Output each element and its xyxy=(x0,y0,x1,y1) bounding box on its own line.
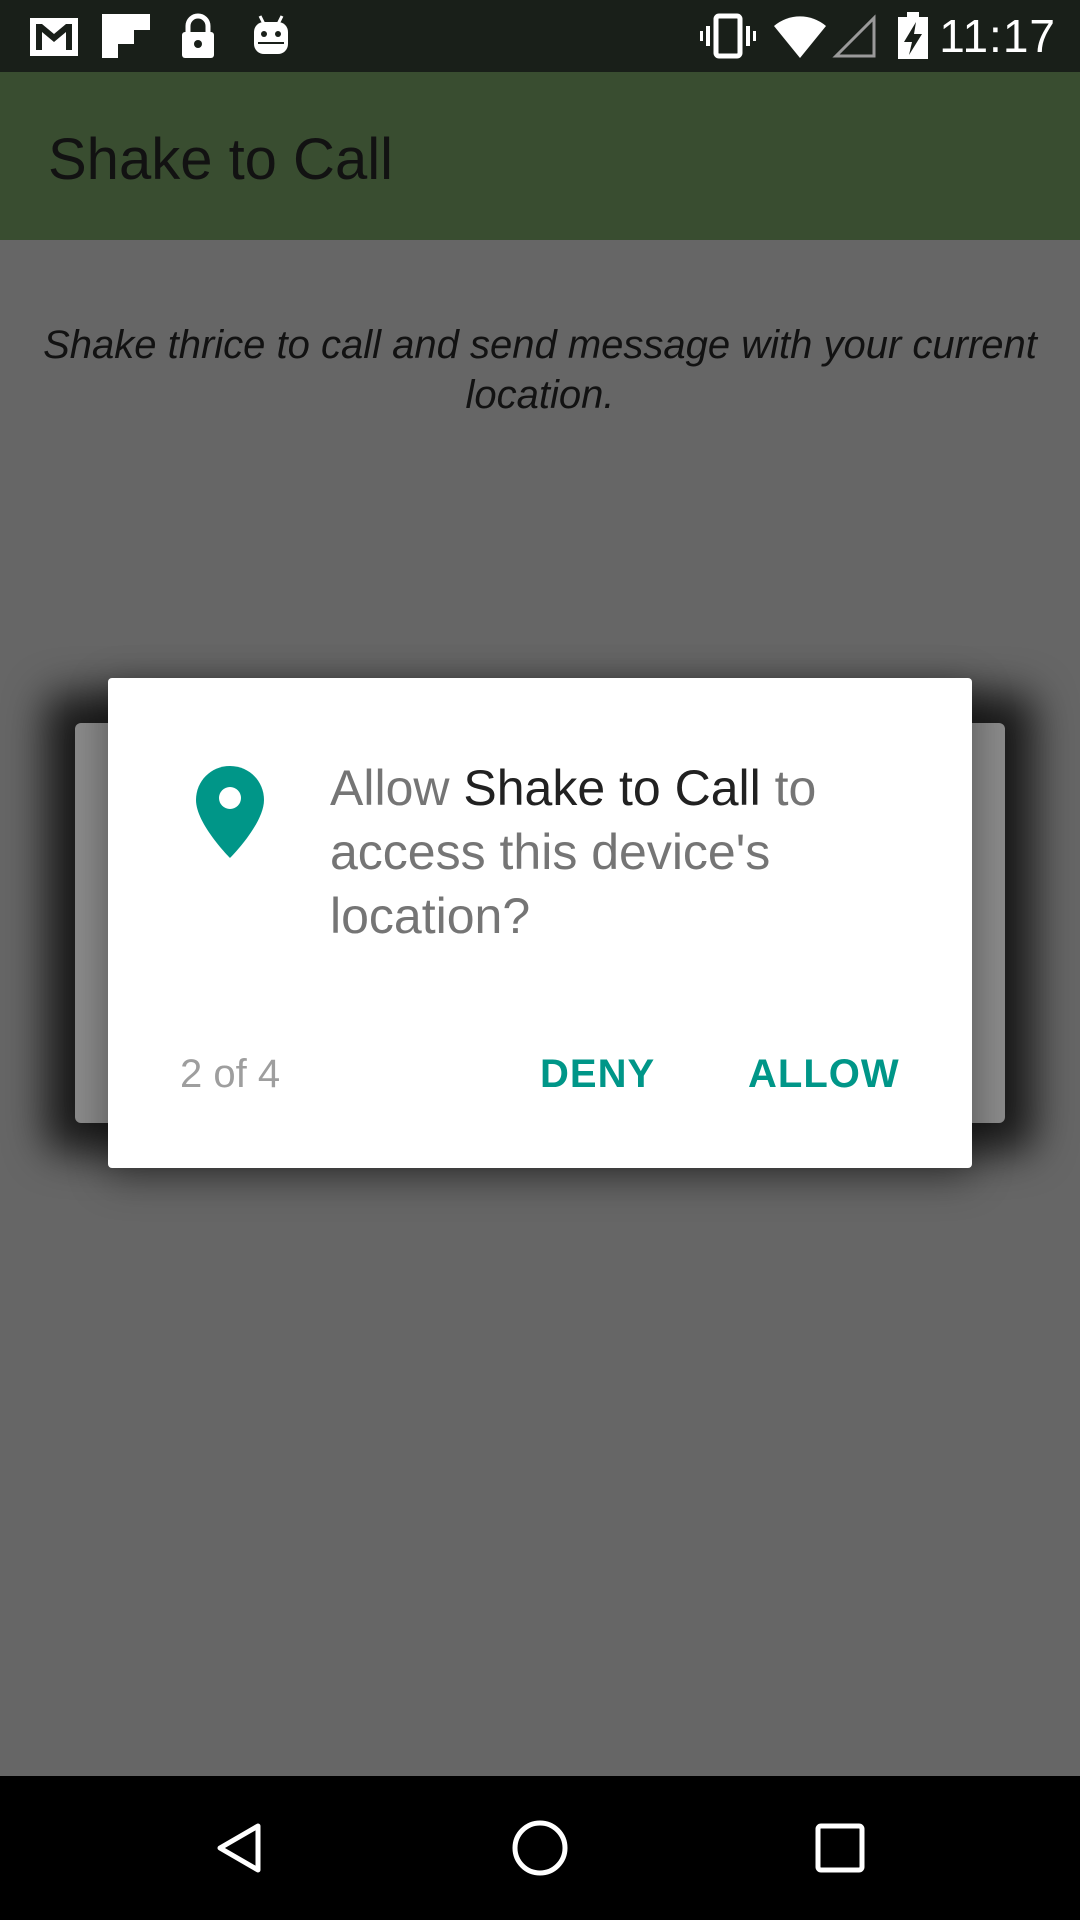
lock-icon xyxy=(182,13,214,58)
permission-dialog: Allow Shake to Call to access this devic… xyxy=(108,678,972,1168)
app-title: Shake to Call xyxy=(48,127,393,192)
recent-apps-icon[interactable] xyxy=(804,1812,876,1884)
vibrate-icon xyxy=(700,13,756,59)
wifi-icon xyxy=(774,16,826,58)
status-bar: 11:17 xyxy=(0,0,1080,72)
status-time: 11:17 xyxy=(939,10,1056,62)
cellular-signal-icon xyxy=(832,14,876,58)
screen: 11:17 Shake to Call Shake thrice to call… xyxy=(0,0,1080,1920)
permission-counter: 2 of 4 xyxy=(180,1052,281,1096)
instruction-text: Shake thrice to call and send message wi… xyxy=(43,323,1037,417)
flipboard-icon xyxy=(102,14,150,58)
allow-button[interactable]: ALLOW xyxy=(728,1030,920,1118)
location-pin-icon xyxy=(196,766,264,858)
gmail-icon xyxy=(30,18,78,56)
dialog-message: Allow Shake to Call to access this devic… xyxy=(330,756,930,948)
dialog-app-name: Shake to Call xyxy=(463,760,761,816)
battery-charging-icon xyxy=(898,12,928,59)
message-prefix: Allow xyxy=(330,760,464,816)
back-icon[interactable] xyxy=(204,1812,276,1884)
app-bar: Shake to Call xyxy=(0,72,1080,240)
navigation-bar xyxy=(0,1776,1080,1920)
home-icon[interactable] xyxy=(504,1812,576,1884)
android-icon xyxy=(254,15,288,54)
deny-button[interactable]: DENY xyxy=(520,1030,675,1118)
